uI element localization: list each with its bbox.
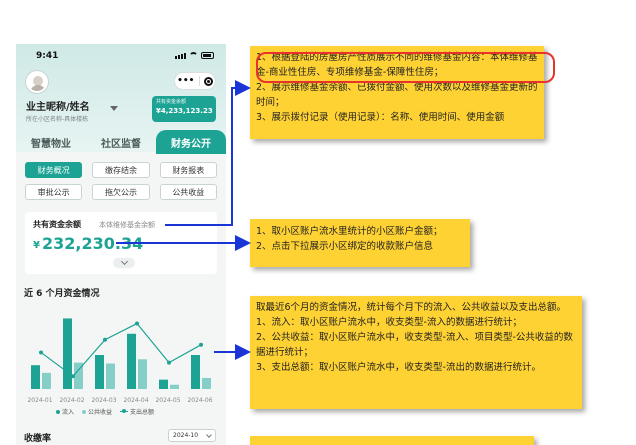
connector-arrows <box>116 80 251 360</box>
connector-arrow-fund <box>165 80 251 226</box>
